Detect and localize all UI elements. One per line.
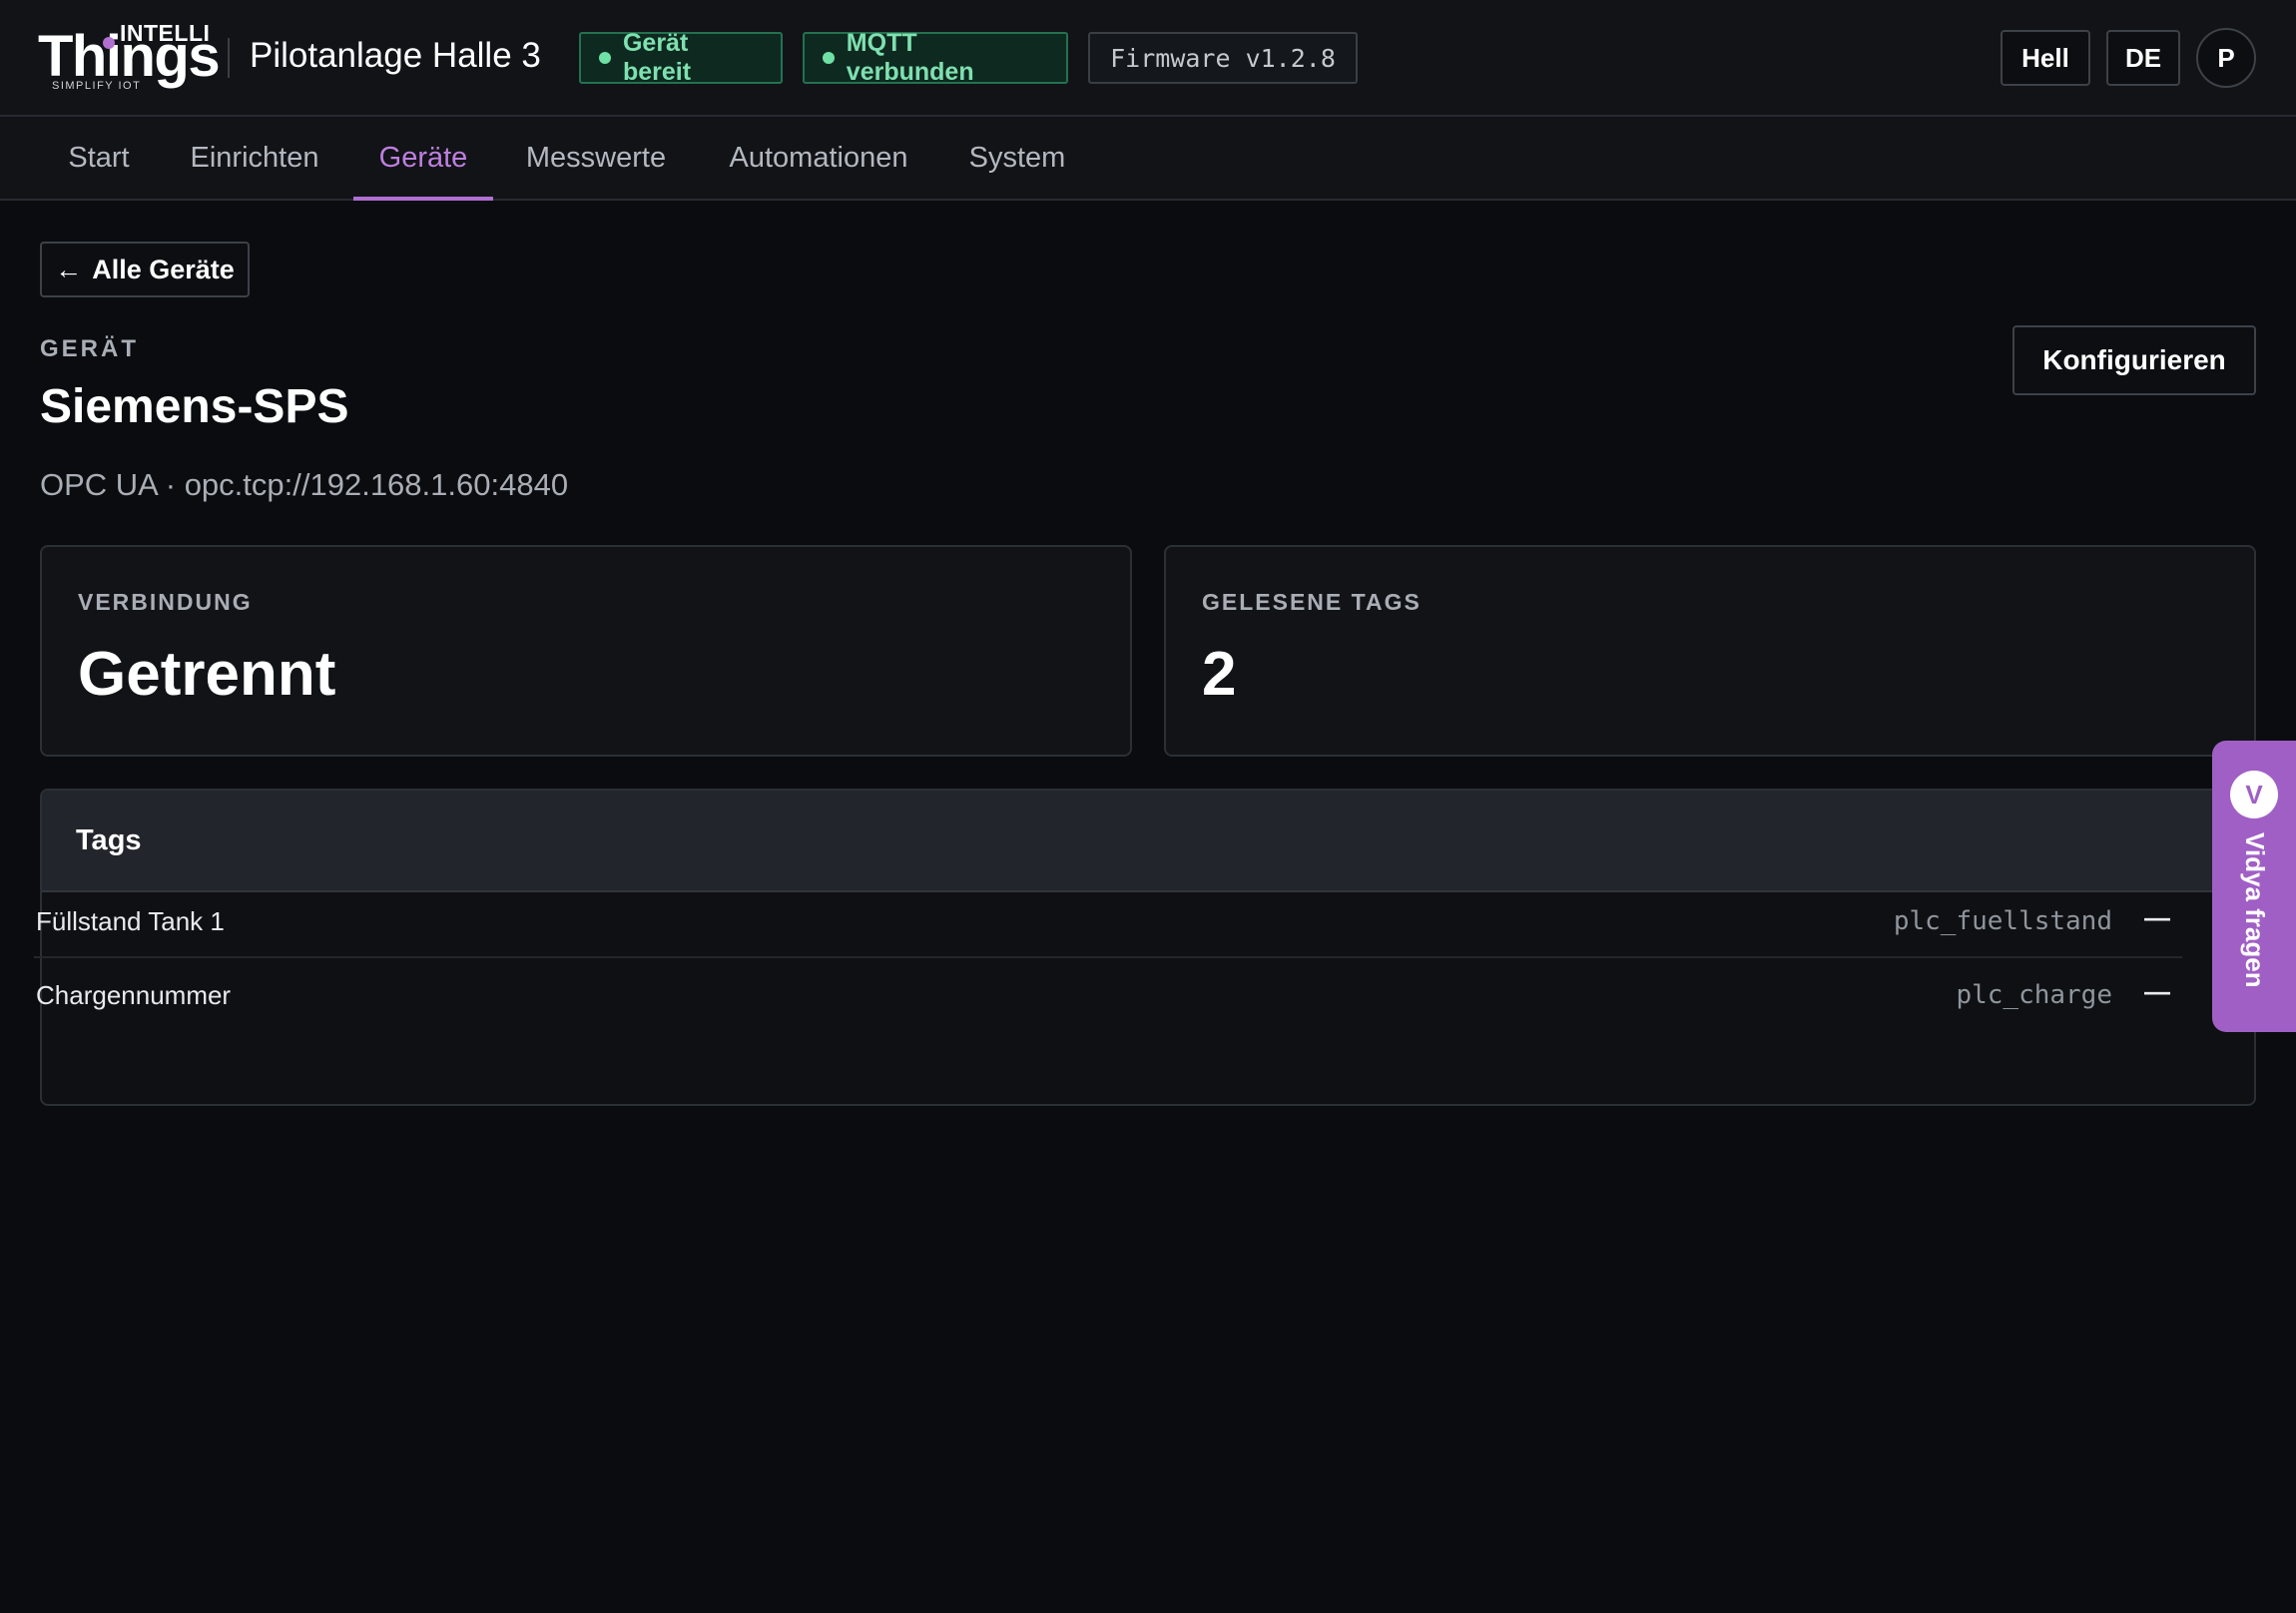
tag-name: Chargennummer [36,980,232,1010]
user-avatar[interactable]: P [2196,28,2256,88]
tags-read-label: GELESENE TAGS [1202,589,1422,615]
logo-dot-icon [103,37,115,49]
tab-geraete[interactable]: Geräte [353,117,493,201]
logo-top-text: INTELLI [120,20,211,46]
tags-panel-header: Tags [42,791,2254,892]
firmware-badge: Firmware v1.2.8 [1088,32,1358,84]
tags-read-card: GELESENE TAGS 2 [1164,545,2256,757]
configure-button[interactable]: Konfigurieren [2012,325,2256,395]
tags-panel-title: Tags [76,824,142,856]
device-endpoint: OPC UA · opc.tcp://192.168.1.60:4840 [40,467,569,502]
intellithings-logo[interactable]: Things INTELLI SIMPLIFY IOT [38,20,221,96]
ask-vidya-button[interactable]: V Vidya fragen [2212,741,2296,1032]
theme-toggle-button[interactable]: Hell [2001,30,2090,86]
section-eyebrow: GERÄT [40,335,139,362]
table-row: Füllstand Tank 1 plc_fuellstand — [34,884,2182,958]
header-divider [228,38,230,78]
page: Things INTELLI SIMPLIFY IOT Pilotanlage … [0,0,2296,1613]
mqtt-status-badge: MQTT verbunden [803,29,1068,86]
tab-system[interactable]: System [954,117,1080,199]
connection-card: VERBINDUNG Getrennt [40,545,1132,757]
site-title: Pilotanlage Halle 3 [250,36,541,75]
page-title: Siemens-SPS [40,380,349,433]
connection-value: Getrennt [78,640,336,709]
top-header: Things INTELLI SIMPLIFY IOT Pilotanlage … [0,0,2296,117]
back-label: Alle Geräte [92,254,235,284]
language-button[interactable]: DE [2106,30,2180,86]
tab-automationen[interactable]: Automationen [709,117,928,199]
back-to-devices-button[interactable]: ← Alle Geräte [40,242,250,297]
tag-value: — [2144,902,2170,932]
tab-einrichten[interactable]: Einrichten [168,117,341,199]
arrow-left-icon: ← [55,254,83,284]
tag-id: plc_charge [1956,980,2112,1010]
status-dot-icon [823,52,835,64]
tags-read-value: 2 [1202,640,1237,709]
connection-label: VERBINDUNG [78,589,253,615]
main-nav: Start Einrichten Geräte Messwerte Automa… [0,117,2296,201]
table-row: Chargennummer plc_charge — [34,958,2182,1032]
tab-start[interactable]: Start [40,117,158,199]
tag-id: plc_fuellstand [1893,906,2112,936]
logo-tagline: SIMPLIFY IOT [52,80,142,92]
status-dot-icon [599,52,611,64]
assistant-avatar-icon: V [2230,771,2278,818]
mqtt-status-label: MQTT verbunden [846,29,974,86]
tab-messwerte[interactable]: Messwerte [511,117,681,199]
device-ready-badge: Gerät bereit [579,29,783,86]
ask-vidya-label: Vidya fragen [2240,832,2270,988]
device-ready-label: Gerät bereit [622,29,692,86]
tag-value: — [2144,976,2170,1006]
tag-name: Füllstand Tank 1 [36,906,225,936]
